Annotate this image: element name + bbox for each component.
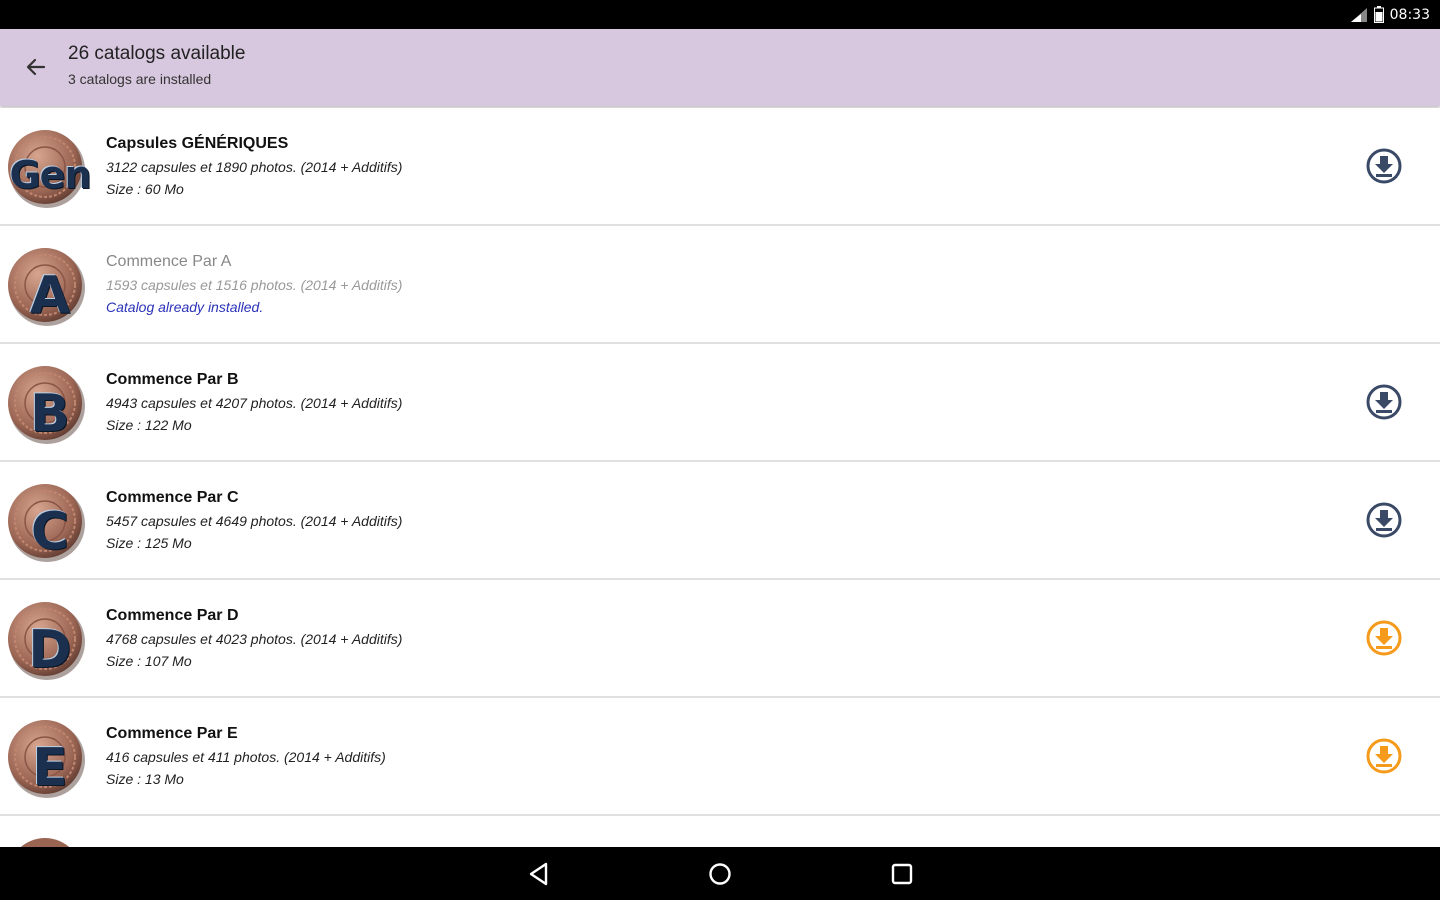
signal-icon <box>1350 7 1367 22</box>
catalog-badge-letter: D <box>28 620 72 680</box>
catalog-title: Commence Par D <box>106 607 239 624</box>
catalog-installed-status: Catalog already installed. <box>106 299 264 315</box>
catalog-row-partial <box>0 816 1440 847</box>
catalog-avatar: E <box>6 718 94 798</box>
download-button[interactable] <box>1366 148 1402 184</box>
catalog-row[interactable]: E Commence Par E 416 capsules et 411 photo… <box>0 698 1440 816</box>
download-icon <box>1366 738 1402 774</box>
catalog-title: Commence Par A <box>106 253 232 270</box>
catalog-size: Size : 13 Mo <box>106 771 184 787</box>
catalog-row[interactable]: C Commence Par C 5457 capsules et 4649 pho… <box>0 462 1440 580</box>
catalog-row[interactable]: Gen Capsules GÉNÉRIQUES 3122 capsules et 1… <box>0 108 1440 226</box>
catalog-description: 3122 capsules et 1890 photos. (2014 + Ad… <box>106 159 403 175</box>
app-bar: 26 catalogs available 3 catalogs are ins… <box>0 29 1440 106</box>
catalog-title: Commence Par E <box>106 725 238 742</box>
catalog-avatar: B <box>6 364 94 444</box>
catalog-text: Capsules GÉNÉRIQUES 3122 capsules et 1890… <box>106 135 402 197</box>
catalog-size: Size : 125 Mo <box>106 535 192 551</box>
catalog-description: 5457 capsules et 4649 photos. (2014 + Ad… <box>106 513 403 529</box>
catalog-size: Size : 60 Mo <box>106 181 184 197</box>
navigation-bar <box>0 847 1440 900</box>
download-button[interactable] <box>1366 502 1402 538</box>
catalog-avatar: Gen <box>6 128 94 208</box>
page-subtitle: 3 catalogs are installed <box>68 71 212 87</box>
recents-nav-icon <box>891 863 913 885</box>
battery-icon <box>1373 6 1384 23</box>
catalog-badge-letter: C <box>30 502 70 562</box>
catalog-avatar: C <box>6 482 94 562</box>
page-title: 26 catalogs available <box>68 43 246 64</box>
catalog-size: Size : 107 Mo <box>106 653 192 669</box>
catalog-size: Size : 122 Mo <box>106 417 192 433</box>
catalog-text: Commence Par D 4768 capsules et 4023 phot… <box>106 607 402 669</box>
back-button[interactable] <box>18 49 54 85</box>
back-nav-icon <box>529 862 548 886</box>
catalog-row[interactable]: B Commence Par B 4943 capsules et 4207 pho… <box>0 344 1440 462</box>
download-button[interactable] <box>1366 384 1402 420</box>
catalog-row[interactable]: D Commence Par D 4768 capsules et 4023 pho… <box>0 580 1440 698</box>
catalog-avatar: A <box>6 246 94 326</box>
catalog-badge-letter: Gen <box>9 153 91 197</box>
nav-back-button[interactable] <box>526 861 552 887</box>
catalog-description: 4943 capsules et 4207 photos. (2014 + Ad… <box>106 395 403 411</box>
clock: 08:33 <box>1389 6 1430 23</box>
catalog-text: Commence Par A 1593 capsules et 1516 phot… <box>106 253 402 315</box>
catalog-badge-letter: E <box>32 738 68 798</box>
catalog-text: Commence Par B 4943 capsules et 4207 phot… <box>106 371 402 433</box>
download-icon <box>1366 384 1402 420</box>
catalog-text: Commence Par E 416 capsules et 411 photos… <box>106 725 386 787</box>
catalog-badge-letter: B <box>30 384 70 444</box>
download-icon <box>1366 148 1402 184</box>
download-button[interactable] <box>1366 620 1402 656</box>
arrow-left-icon <box>26 58 46 76</box>
home-nav-icon <box>709 863 731 885</box>
catalog-description: 416 capsules et 411 photos. (2014 + Addi… <box>106 749 386 765</box>
nav-recents-button[interactable] <box>889 861 915 887</box>
catalog-title: Capsules GÉNÉRIQUES <box>106 135 289 152</box>
download-icon <box>1366 620 1402 656</box>
catalog-avatar: D <box>6 600 94 680</box>
catalog-badge-letter: A <box>29 266 71 326</box>
catalog-description: 4768 capsules et 4023 photos. (2014 + Ad… <box>106 631 403 647</box>
status-bar-right: 08:33 <box>1350 4 1430 25</box>
catalog-title: Commence Par B <box>106 371 239 388</box>
catalog-avatar-partial <box>20 838 70 847</box>
catalog-description: 1593 capsules et 1516 photos. (2014 + Ad… <box>106 277 403 293</box>
catalog-list: Gen Capsules GÉNÉRIQUES 3122 capsules et 1… <box>0 108 1440 847</box>
download-icon <box>1366 502 1402 538</box>
download-button[interactable] <box>1366 738 1402 774</box>
catalog-text: Commence Par C 5457 capsules et 4649 phot… <box>106 489 402 551</box>
catalog-title: Commence Par C <box>106 489 239 506</box>
nav-home-button[interactable] <box>707 861 733 887</box>
catalog-row[interactable]: A Commence Par A 1593 capsules et 1516 pho… <box>0 226 1440 344</box>
status-bar: 08:33 <box>0 0 1440 29</box>
